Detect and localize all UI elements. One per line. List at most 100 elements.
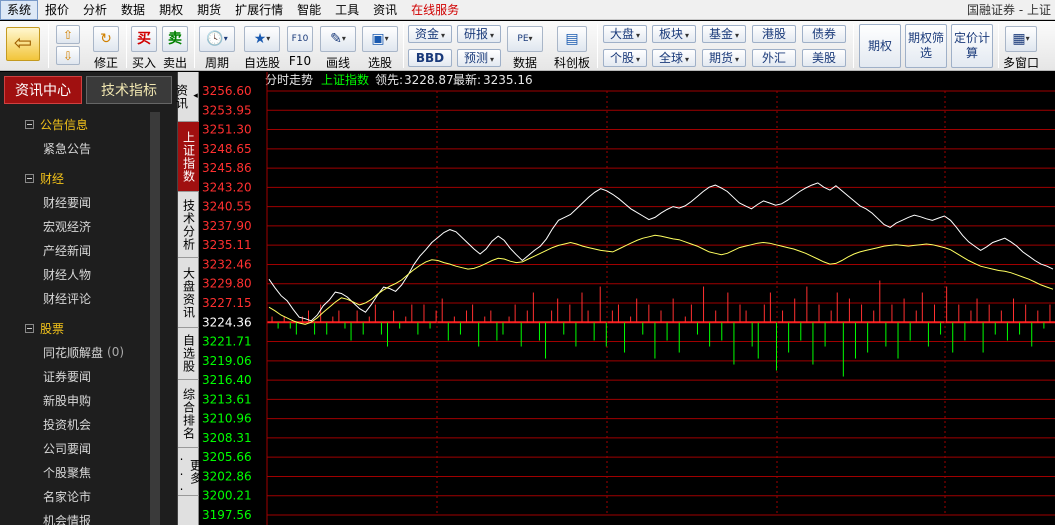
waihui-button[interactable]: 外汇 [752, 49, 796, 67]
fix-button[interactable]: ↻ 修正 [93, 26, 119, 71]
gegu-button[interactable]: 个股 ▾ [603, 49, 647, 67]
f10-button[interactable]: F10 F10 [287, 26, 313, 68]
scroll-arrows[interactable]: ⇧ ⇩ [56, 25, 80, 65]
forecast-button[interactable]: 预测 ▾ [457, 49, 501, 67]
menu-options[interactable]: 期权 [152, 1, 190, 19]
star-icon: ★ ▾ [244, 26, 280, 52]
intraday-chart[interactable]: 分时走势 上证指数 领先: 3228.87 最新: 3235.16 3256.6… [199, 72, 1055, 525]
jijin-button[interactable]: 基金 ▾ [702, 25, 746, 43]
y-tick-label: 3197.56 [202, 508, 252, 522]
tree-item[interactable]: 财经要闻 [0, 190, 162, 214]
menu-online-service[interactable]: 在线服务 [404, 1, 466, 19]
tree-item[interactable]: 投资机会 [0, 412, 162, 436]
menu-news[interactable]: 资讯 [366, 1, 404, 19]
menu-extended-quotes[interactable]: 扩展行情 [228, 1, 290, 19]
vtab-sh-index[interactable]: 上证指数 [178, 122, 199, 192]
lead-label: 领先: [375, 73, 403, 87]
y-tick-label: 3248.65 [202, 142, 252, 156]
window-brand: 国融证券 - 上证 [967, 3, 1051, 17]
sell-button[interactable]: 卖 卖出 [162, 26, 188, 71]
info-sidebar: 资讯中心 技术指标 公告信息 紧急公告 财经 财经要闻 宏观经济 产经新闻 财经… [0, 72, 178, 525]
tree-item[interactable]: 宏观经济 [0, 214, 162, 238]
tree-group-stocks[interactable]: 股票 [0, 316, 162, 340]
sidebar-scrollbar[interactable] [150, 112, 160, 525]
tree-item[interactable]: 机会情报 [0, 508, 162, 525]
watchlist-button[interactable]: ★ ▾ 自选股 [244, 26, 280, 71]
tab-tech-indicators[interactable]: 技术指标 [86, 76, 172, 104]
vtab-market-news[interactable]: 大盘资讯 [178, 258, 199, 328]
tree-item[interactable]: 财经评论 [0, 286, 162, 310]
qihuo-button[interactable]: 期货 ▾ [702, 49, 746, 67]
back-arrow-icon: ⇦ [6, 27, 40, 61]
menu-futures[interactable]: 期货 [190, 1, 228, 19]
tree-group-finance[interactable]: 财经 [0, 166, 162, 190]
pricing-calc-button[interactable]: 定价计算 [951, 24, 993, 68]
menu-bar: 系统 报价 分析 数据 期权 期货 扩展行情 智能 工具 资讯 在线服务 国融证… [0, 0, 1055, 20]
tree-item[interactable]: 同花顺解盘 (0) [0, 340, 162, 364]
tree-item[interactable]: 财经人物 [0, 262, 162, 286]
meigu-button[interactable]: 美股 [802, 49, 846, 67]
menu-analysis[interactable]: 分析 [76, 1, 114, 19]
draw-line-button[interactable]: ✎ ▾ 画线 [320, 26, 356, 71]
option-button[interactable]: 期权 [859, 24, 901, 68]
vtab-more[interactable]: 更多... [175, 448, 203, 496]
tree-item[interactable]: 名家论市 [0, 484, 162, 508]
tree-item[interactable]: 产经新闻 [0, 238, 162, 262]
buy-icon: 买 [131, 26, 157, 52]
lead-value: 3228.87 [404, 73, 454, 87]
screen-icon: ▣ ▾ [362, 26, 398, 52]
y-tick-label: 3200.21 [202, 489, 252, 503]
y-tick-label: 3216.40 [202, 373, 252, 387]
chart-mode-label: 分时走势 [265, 73, 313, 87]
vtab-ranking[interactable]: 综合排名 [178, 380, 199, 448]
price-line [268, 182, 1054, 322]
tree-item[interactable]: 证券要闻 [0, 364, 162, 388]
f10-icon: F10 [287, 26, 313, 52]
y-tick-label: 3208.31 [202, 431, 252, 445]
research-button[interactable]: 研报 ▾ [457, 25, 501, 43]
tree-item[interactable]: 新股申购 [0, 388, 162, 412]
data-button[interactable]: PE ▾ 数据 [507, 26, 543, 71]
collapse-icon[interactable] [25, 119, 34, 129]
ganggu-button[interactable]: 港股 [752, 25, 796, 43]
buy-button[interactable]: 买 买入 [131, 26, 157, 71]
bbd-button[interactable]: BBD [408, 49, 452, 67]
multi-window-button[interactable]: ▦ ▾ 多窗口 [1003, 26, 1039, 71]
vtab-news[interactable]: ◂ 资讯 [175, 72, 201, 122]
collapse-icon[interactable] [25, 173, 34, 183]
y-tick-label: 3227.15 [202, 296, 252, 310]
tree-item[interactable]: 公司要闻 [0, 436, 162, 460]
vtab-watchlist[interactable]: 自选股 [178, 328, 199, 380]
kcb-button[interactable]: ▤ 科创板 [554, 26, 590, 71]
menu-smart[interactable]: 智能 [290, 1, 328, 19]
tree-item[interactable]: 紧急公告 [0, 136, 162, 160]
y-tick-label: 3245.86 [202, 161, 252, 175]
quanqiu-button[interactable]: 全球 ▾ [652, 49, 696, 67]
up-arrow-icon[interactable]: ⇧ [56, 25, 80, 44]
y-tick-label: 3202.86 [202, 469, 252, 483]
menu-data[interactable]: 数据 [114, 1, 152, 19]
down-arrow-icon[interactable]: ⇩ [56, 46, 80, 65]
tab-news-center[interactable]: 资讯中心 [4, 76, 82, 104]
tree-group-announcements[interactable]: 公告信息 [0, 112, 162, 136]
menu-tools[interactable]: 工具 [328, 1, 366, 19]
tree-item[interactable]: 个股聚焦 [0, 460, 162, 484]
y-tick-label: 3243.20 [202, 180, 252, 194]
zhaiquan-button[interactable]: 债券 [802, 25, 846, 43]
stock-picker-button[interactable]: ▣ ▾ 选股 [362, 26, 398, 71]
toolbar: ⇦ ⇧ ⇩ ↻ 修正 买 买入 卖 卖出 🕓 ▾ 周期 ★ ▾ 自选股 F10 F1… [0, 21, 1055, 71]
vtab-tech-analysis[interactable]: 技术分析 [178, 192, 199, 258]
y-tick-label: 3213.61 [202, 392, 252, 406]
fund-button[interactable]: 资金 ▾ [408, 25, 452, 43]
pencil-icon: ✎ ▾ [320, 26, 356, 52]
sell-icon: 卖 [162, 26, 188, 52]
pe-icon: PE ▾ [507, 26, 543, 52]
back-button[interactable]: ⇦ [6, 27, 40, 61]
dapan-button[interactable]: 大盘 ▾ [603, 25, 647, 43]
period-button[interactable]: 🕓 ▾ 周期 [199, 26, 235, 71]
menu-system[interactable]: 系统 [0, 0, 39, 20]
collapse-icon[interactable] [25, 323, 34, 333]
bankuai-button[interactable]: 板块 ▾ [652, 25, 696, 43]
option-filter-button[interactable]: 期权筛选 [905, 24, 947, 68]
menu-quote[interactable]: 报价 [38, 1, 76, 19]
